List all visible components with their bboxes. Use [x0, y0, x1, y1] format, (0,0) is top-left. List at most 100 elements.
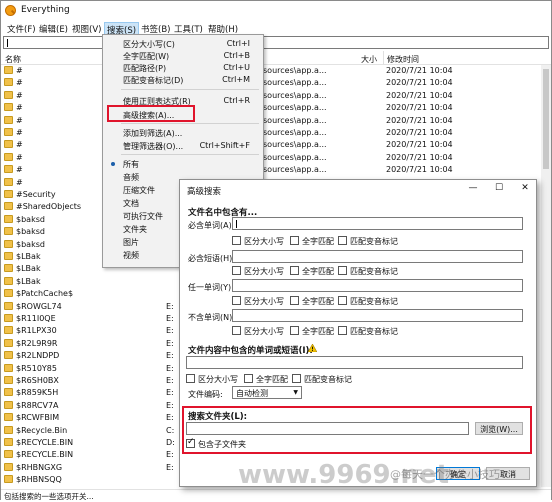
folder-icon	[4, 475, 13, 484]
column-divider[interactable]	[383, 51, 384, 65]
none-diacritics-checkbox[interactable]	[338, 326, 347, 335]
menu-item-label: 视频	[123, 251, 139, 260]
row-name: $LBak	[16, 276, 41, 286]
title-bar: Everything	[1, 1, 551, 20]
row-path: E:	[166, 338, 174, 348]
row-path: E:	[166, 400, 174, 410]
row-name: #	[16, 90, 23, 100]
phrase-whole-checkbox[interactable]	[290, 266, 299, 275]
menu-item-6[interactable]: 添加到筛选(A)...	[104, 127, 262, 139]
row-path: E:	[166, 388, 174, 398]
column-size-header[interactable]: 大小	[361, 54, 377, 65]
folder-icon	[4, 376, 13, 384]
search-folder-input[interactable]	[186, 422, 469, 435]
advanced-search-dialog: 高级搜索 — ☐ ✕ 文件名中包含有... 必含单词(A): 区分大小写 全字匹…	[179, 179, 537, 487]
content-input[interactable]	[186, 356, 523, 369]
none-whole-checkbox[interactable]	[290, 326, 299, 335]
folder-icon	[4, 165, 13, 174]
column-name-header[interactable]: 名称	[5, 54, 21, 65]
row-name: $R2L9R9R	[16, 338, 58, 348]
menu-item-2[interactable]: 匹配路径(P) Ctrl+U	[104, 62, 262, 74]
row-parent: sources\app.a...	[263, 140, 327, 150]
folder-icon	[4, 289, 13, 298]
must-phrase-label: 必含短语(H):	[188, 254, 235, 263]
menu-item-label: 匹配路径(P)	[123, 64, 167, 73]
any-word-label: 任一单词(Y):	[188, 283, 234, 292]
menu-1[interactable]: 编辑(E)	[37, 22, 70, 35]
close-icon[interactable]: ✕	[518, 183, 532, 193]
table-row[interactable]: # sources\app.a... 2020/7/21 10:04	[1, 90, 551, 102]
menu-0[interactable]: 文件(F)	[5, 22, 38, 35]
maximize-icon[interactable]: ☐	[492, 183, 506, 193]
content-diacritics-checkbox[interactable]	[292, 374, 301, 383]
folder-icon	[4, 363, 13, 372]
phrase-diacritics-checkbox[interactable]	[338, 266, 347, 275]
window-title: Everything	[21, 5, 70, 15]
any-whole-checkbox[interactable]	[290, 296, 299, 305]
none-words-input[interactable]	[232, 309, 523, 322]
must-words-input[interactable]	[232, 217, 523, 230]
menu-item-1[interactable]: 全字匹配(W) Ctrl+B	[104, 50, 262, 62]
row-path: E:	[166, 413, 174, 423]
table-row[interactable]: # sources\app.a... 2020/7/21 10:04	[1, 77, 551, 89]
browse-button[interactable]: 浏览(W)...	[475, 422, 523, 435]
must-words-diacritics-checkbox[interactable]	[338, 236, 347, 245]
any-case-checkbox[interactable]	[232, 296, 241, 305]
row-path: E:	[166, 450, 174, 460]
table-row[interactable]: # sources\app.a... 2020/7/21 10:04	[1, 102, 551, 114]
menu-item-label: 图片	[123, 238, 139, 247]
menu-item-3[interactable]: 匹配变音标记(D) Ctrl+M	[104, 74, 262, 86]
must-words-case-checkbox[interactable]	[232, 236, 241, 245]
row-path: D:	[166, 438, 175, 447]
search-input[interactable]	[3, 36, 549, 49]
encoding-select[interactable]: 自动检测 ▼	[232, 386, 302, 399]
table-row[interactable]: # sources\app.a... 2020/7/21 10:04	[1, 139, 551, 151]
row-path: E:	[166, 363, 174, 373]
row-parent: sources\app.a...	[263, 128, 327, 137]
menu-item-8[interactable]: 所有	[104, 158, 262, 170]
row-name: $baksd	[16, 239, 45, 249]
folder-icon	[4, 214, 13, 223]
row-name: $R1LPX30	[16, 326, 57, 336]
any-word-input[interactable]	[232, 279, 523, 292]
folder-icon	[4, 78, 13, 87]
menu-2[interactable]: 视图(V)	[70, 22, 103, 35]
menu-item-label: 所有	[123, 160, 139, 169]
vertical-scrollbar[interactable]	[541, 65, 551, 487]
row-name: $R11I0QE	[16, 314, 56, 323]
row-path: C:	[166, 425, 175, 435]
folder-icon	[4, 338, 13, 347]
table-row[interactable]: # sources\app.a... 2020/7/21 10:04	[1, 152, 551, 164]
none-case-checkbox[interactable]	[232, 326, 241, 335]
menu-item-0[interactable]: 区分大小写(C) Ctrl+I	[104, 38, 262, 50]
none-words-label: 不含单词(N):	[188, 313, 235, 322]
whole-label: 全字匹配	[302, 297, 334, 306]
diacritics-label: 匹配变音标记	[350, 297, 398, 306]
table-row[interactable]: # sources\app.a... 2020/7/21 10:04	[1, 164, 551, 176]
table-row[interactable]: # sources\app.a... 2020/7/21 10:04	[1, 65, 551, 77]
menu-item-shortcut: Ctrl+I	[226, 39, 250, 48]
scrollbar-thumb[interactable]	[543, 69, 549, 169]
menu-item-7[interactable]: 管理筛选器(O)... Ctrl+Shift+F	[104, 140, 262, 152]
table-row[interactable]: # sources\app.a... 2020/7/21 10:04	[1, 115, 551, 127]
row-name: #	[16, 66, 23, 75]
column-modified-header[interactable]: 修改时间	[387, 54, 419, 65]
row-name: $baksd	[16, 214, 45, 224]
row-name: $RECYCLE.BIN	[16, 438, 74, 447]
warning-icon	[308, 344, 317, 352]
any-diacritics-checkbox[interactable]	[338, 296, 347, 305]
folder-icon	[4, 314, 13, 322]
content-case-checkbox[interactable]	[186, 374, 195, 383]
folder-icon	[4, 227, 13, 236]
row-name: $R510Y85	[16, 363, 57, 373]
content-whole-checkbox[interactable]	[244, 374, 253, 383]
must-phrase-input[interactable]	[232, 250, 523, 263]
folder-icon	[4, 152, 13, 161]
row-path: E:	[166, 462, 174, 472]
phrase-case-checkbox[interactable]	[232, 266, 241, 275]
include-subfolders-checkbox[interactable]	[186, 437, 195, 448]
minimize-icon[interactable]: —	[466, 183, 480, 193]
table-row[interactable]: # sources\app.a... 2020/7/21 10:04	[1, 127, 551, 139]
folder-icon	[4, 388, 13, 397]
must-words-whole-checkbox[interactable]	[290, 236, 299, 245]
